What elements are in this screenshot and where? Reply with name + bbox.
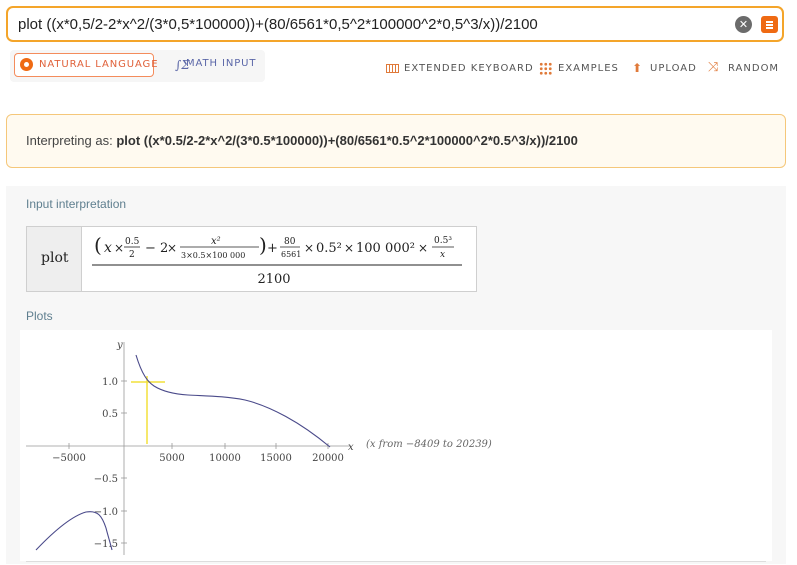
plots-title: Plots	[26, 309, 53, 323]
x-tick-label: 10000	[209, 453, 241, 464]
y-tick-label: 0.5	[102, 409, 118, 420]
y-axis-label: y	[116, 340, 123, 351]
y-tick-label: −1.0	[94, 507, 118, 518]
examples-grid-icon	[539, 62, 552, 75]
formula-rendering: ( x × 0.5 2 − 2 × x² 3×0.5×100 000 ) + 8…	[92, 233, 462, 287]
upload-button[interactable]: ⬆ UPLOAD	[631, 61, 697, 75]
x-tick-label: −5000	[52, 453, 86, 464]
submit-icon[interactable]	[761, 16, 778, 33]
natural-language-label: NATURAL LANGUAGE	[39, 59, 159, 70]
natural-language-button[interactable]: NATURAL LANGUAGE	[14, 53, 158, 77]
half-sq: 0.5²	[316, 241, 342, 256]
minus-two: − 2	[145, 241, 168, 256]
interpretation-text: Interpreting as: plot ((x*0.5/2-2*x^2/(3…	[26, 133, 578, 148]
y-tick-label: −0.5	[94, 474, 118, 485]
open-paren: (	[94, 233, 102, 257]
times-4: ×	[344, 241, 354, 255]
denominator: 2100	[257, 272, 290, 287]
search-bar: ✕	[6, 6, 784, 42]
clear-icon[interactable]: ✕	[735, 16, 752, 33]
times-sign-2: ×	[167, 241, 177, 255]
math-input-label: MATH INPUT	[186, 58, 257, 69]
x-range-note: (x from −8409 to 20239)	[366, 439, 492, 450]
times-sign: ×	[114, 241, 124, 255]
plot-area[interactable]: −5000 5000 10000 15000 20000 1.0 0.5 −0.…	[20, 330, 772, 561]
close-paren: )	[259, 233, 267, 257]
interpretation-box: Interpreting as: plot ((x*0.5/2-2*x^2/(3…	[6, 114, 786, 168]
extended-keyboard-button[interactable]: EXTENDED KEYBOARD	[386, 63, 534, 74]
gear-icon	[20, 58, 33, 71]
random-button[interactable]: ⤨ RANDOM	[708, 60, 780, 75]
extended-keyboard-label: EXTENDED KEYBOARD	[404, 63, 534, 74]
x-tick-label: 15000	[260, 453, 292, 464]
half-cube: 0.5³	[434, 236, 452, 246]
x-axis-label: x	[348, 442, 354, 453]
eighty: 80	[284, 237, 296, 247]
upload-icon: ⬆	[632, 61, 644, 75]
plus-sign: +	[267, 241, 278, 256]
curve-positive-branch	[135, 354, 331, 448]
x-tick-label: 20000	[312, 453, 344, 464]
six-five: 6561	[281, 250, 301, 259]
big-den: 3×0.5×100 000	[181, 251, 245, 260]
results-pods: Input interpretation plot ( x × 0.5 2 − …	[6, 186, 786, 564]
x-tick-label: 5000	[159, 453, 184, 464]
interpreting-expression[interactable]: plot ((x*0.5/2-2*x^2/(3*0.5*100000))+(80…	[116, 133, 577, 148]
input-interpretation-formula[interactable]: plot ( x × 0.5 2 − 2 × x² 3×0.5×100 000 …	[26, 226, 477, 292]
frac-num: 0.5	[125, 237, 140, 247]
examples-label: EXAMPLES	[558, 63, 619, 74]
random-label: RANDOM	[728, 63, 780, 74]
examples-button[interactable]: EXAMPLES	[539, 62, 619, 75]
plot-label: plot	[41, 250, 69, 266]
var-x: x	[104, 240, 112, 256]
input-interpretation-title: Input interpretation	[26, 197, 127, 211]
x-squared: x²	[211, 236, 221, 247]
input-mode-toggle: NATURAL LANGUAGE ∫Σ MATH INPUT	[10, 50, 265, 82]
shuffle-icon: ⤨	[708, 60, 720, 75]
plot-label-cell: plot	[27, 227, 82, 291]
hundred-k-sq: 100 000²	[356, 241, 415, 256]
times-3: ×	[304, 241, 314, 255]
times-5: ×	[418, 241, 428, 255]
search-input[interactable]	[18, 8, 718, 40]
keyboard-icon	[386, 64, 399, 73]
function-plot: −5000 5000 10000 15000 20000 1.0 0.5 −0.…	[26, 340, 492, 555]
interpreting-prefix: Interpreting as:	[26, 133, 113, 148]
upload-label: UPLOAD	[650, 63, 697, 74]
y-tick-label: −1.5	[94, 539, 118, 550]
y-tick-label: 1.0	[102, 377, 118, 388]
frac-den: 2	[129, 250, 135, 260]
pod-divider	[26, 561, 766, 562]
over-x: x	[440, 250, 445, 260]
